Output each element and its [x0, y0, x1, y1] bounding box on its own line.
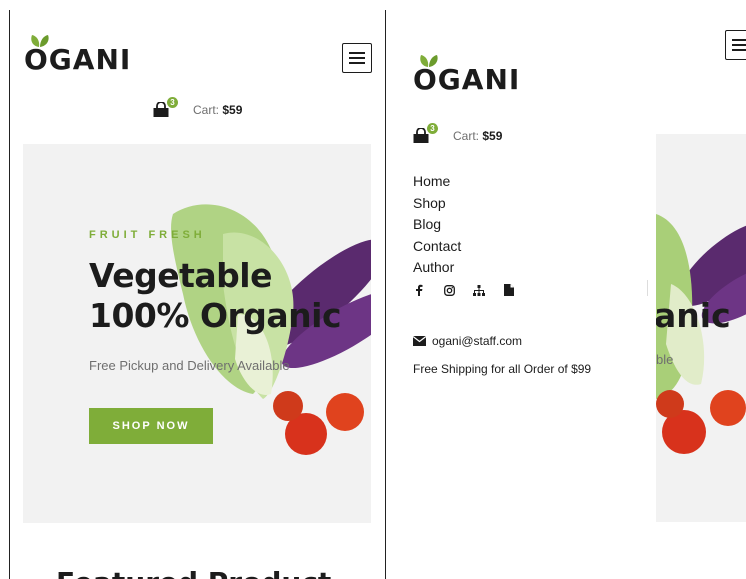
hero-title-line2: 100% Organic — [89, 296, 342, 335]
menu-item-blog[interactable]: Blog — [413, 214, 461, 236]
instagram-icon[interactable] — [443, 284, 455, 296]
hamburger-icon — [349, 52, 365, 64]
shopping-bag-icon: 3 — [413, 123, 438, 144]
featured-product-heading: Featured Product — [56, 566, 331, 579]
menu-item-author[interactable]: Author — [413, 257, 461, 279]
hero-subtitle: Free Pickup and Delivery Available — [89, 358, 290, 373]
hamburger-icon — [732, 39, 746, 51]
menu-item-contact[interactable]: Contact — [413, 236, 461, 258]
cart-summary[interactable]: 3 Cart: $59 — [153, 97, 243, 118]
facebook-icon[interactable] — [413, 284, 425, 296]
divider-mark — [647, 280, 648, 296]
menu-toggle-button[interactable] — [342, 43, 372, 73]
file-icon[interactable] — [503, 284, 515, 296]
hero-banner: FRUIT FRESH Vegetable 100% Organic Free … — [23, 144, 371, 523]
hero-title: Vegetable 100% Organic — [89, 256, 342, 336]
cart-summary[interactable]: 3 Cart: $59 — [413, 123, 503, 144]
shop-now-button[interactable]: SHOP NOW — [89, 408, 213, 444]
leaf-icon — [31, 35, 49, 47]
social-links — [413, 284, 515, 296]
mobile-page-menu-open: anic ble OGANI 3 Cart: $59 Home Shop Blo… — [386, 0, 746, 579]
menu-item-shop[interactable]: Shop — [413, 193, 461, 215]
cart-label: Cart: — [193, 103, 220, 117]
cart-count-badge: 3 — [427, 123, 438, 134]
logo[interactable]: OGANI — [413, 54, 520, 94]
cart-count-badge: 3 — [167, 97, 178, 108]
envelope-icon — [413, 336, 426, 346]
sitemap-icon[interactable] — [473, 284, 485, 296]
hero-banner-partial: anic ble — [656, 134, 746, 522]
contact-email[interactable]: ogani@staff.com — [413, 334, 522, 348]
menu-toggle-button[interactable] — [725, 30, 746, 60]
side-menu-nav: Home Shop Blog Contact Author — [413, 171, 461, 279]
cart-label: Cart: — [453, 129, 480, 143]
email-text: ogani@staff.com — [432, 334, 523, 348]
hero-title-line1: Vegetable — [89, 256, 272, 295]
cart-total: $59 — [482, 129, 503, 143]
logo[interactable]: OGANI — [24, 34, 131, 74]
shipping-note: Free Shipping for all Order of $99 — [413, 362, 592, 376]
hero-title-fragment: anic — [656, 296, 731, 335]
hero-subtitle-fragment: ble — [656, 352, 674, 367]
menu-item-home[interactable]: Home — [413, 171, 461, 193]
cart-total: $59 — [222, 103, 243, 117]
leaf-icon — [420, 55, 438, 67]
shopping-bag-icon: 3 — [153, 97, 178, 118]
hero-tag: FRUIT FRESH — [89, 229, 206, 241]
logo-text: OGANI — [413, 63, 521, 96]
mobile-page-closed: OGANI 3 Cart: $59 FRUIT FRESH Vegetable … — [10, 0, 385, 579]
logo-text: OGANI — [24, 43, 132, 76]
